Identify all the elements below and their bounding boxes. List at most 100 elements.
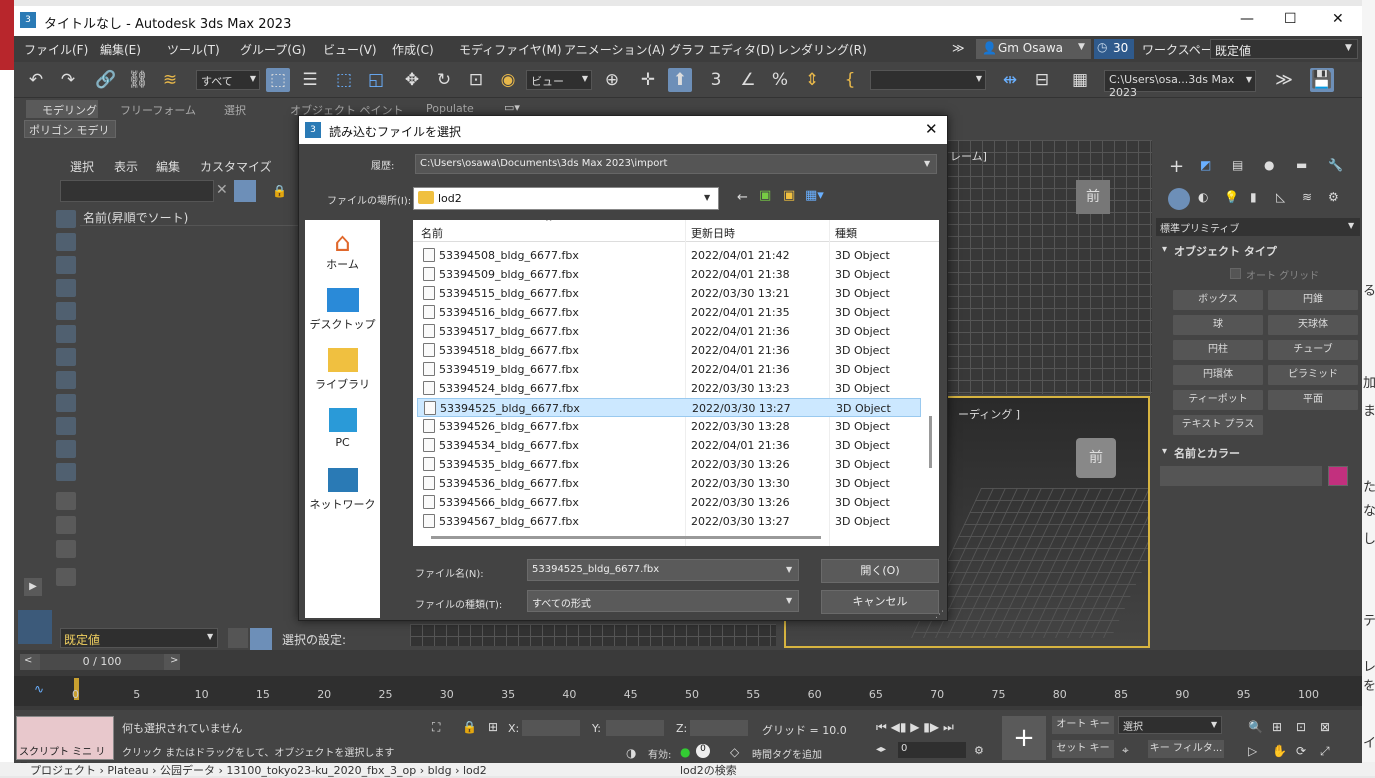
file-row[interactable]: 53394524_bldg_6677.fbx 2022/03/30 13:23 3D…: [417, 379, 921, 398]
cone-button[interactable]: 円錐: [1268, 290, 1358, 310]
menu-file[interactable]: ファイル(F): [24, 41, 88, 58]
maximize-button[interactable]: ☐: [1284, 11, 1297, 27]
collapse-arrow-icon[interactable]: ▾: [1162, 446, 1167, 457]
minimize-button[interactable]: —: [1240, 11, 1254, 27]
menu-create[interactable]: 作成(C): [392, 41, 434, 58]
project-path-dropdown[interactable]: C:\Users\osa...3ds Max 2023 ▼: [1104, 70, 1256, 99]
transform-mode-icon[interactable]: ⊞: [488, 720, 498, 734]
workspace-dropdown[interactable]: 既定値 ▼: [1210, 39, 1358, 59]
zoom-icon[interactable]: 🔍: [1248, 720, 1263, 734]
place-pc[interactable]: PC: [305, 408, 380, 449]
modify-tab-icon[interactable]: ◩: [1200, 158, 1211, 172]
dialog-close-button[interactable]: ✕: [925, 120, 938, 138]
scale-icon[interactable]: ⊡: [464, 68, 488, 92]
display-lights-icon[interactable]: [56, 256, 76, 274]
perspective-viewport-label[interactable]: ーディング ]: [958, 406, 1020, 422]
location-dropdown[interactable]: lod2 ▼: [413, 187, 719, 210]
playback-controls[interactable]: ⏮ ◀▮ ▶ ▮▶ ⏭: [876, 720, 954, 735]
bind-spacewarp-icon[interactable]: ≋: [158, 68, 182, 92]
file-row[interactable]: 53394534_bldg_6677.fbx 2022/04/01 21:36 3D…: [417, 436, 921, 455]
object-name-input[interactable]: [1160, 466, 1322, 486]
file-row[interactable]: 53394566_bldg_6677.fbx 2022/03/30 13:26 3D…: [417, 493, 921, 512]
teapot-button[interactable]: ティーポット: [1173, 390, 1263, 410]
time-slider[interactable]: < 0 / 100 >: [20, 654, 180, 670]
autogrid-checkbox[interactable]: [1230, 268, 1241, 279]
selection-lock-icon[interactable]: 🔒: [462, 720, 477, 734]
time-next-icon[interactable]: >: [170, 655, 178, 666]
cancel-button[interactable]: キャンセル: [821, 590, 939, 614]
place-home[interactable]: ⌂ ホーム: [305, 228, 380, 272]
name-color-rollout[interactable]: 名前とカラー: [1174, 445, 1240, 461]
display-hidden-icon[interactable]: [56, 463, 76, 481]
pan-icon[interactable]: ✋: [1272, 744, 1287, 758]
helpers-category-icon[interactable]: ◺: [1276, 190, 1285, 204]
hierarchy-tab-icon[interactable]: ▤: [1232, 158, 1243, 172]
file-row[interactable]: 53394509_bldg_6677.fbx 2022/04/01 21:38 3D…: [417, 265, 921, 284]
manipulate-icon[interactable]: ✛: [636, 68, 660, 92]
top-viewport-label[interactable]: レーム]: [950, 148, 987, 164]
track-bar[interactable]: ∿ 0 5 10 15 20 25 30 35 40 45 50 55 60 65 70 75 80 85 90 95…: [14, 676, 1362, 706]
menu-more-icon[interactable]: ≫: [952, 41, 965, 55]
layer-dropdown[interactable]: 既定値 ▼: [60, 628, 218, 648]
file-list-scrollbar[interactable]: [929, 416, 932, 468]
z-coordinate-input[interactable]: [690, 720, 748, 736]
file-row[interactable]: 53394516_bldg_6677.fbx 2022/04/01 21:35 3D…: [417, 303, 921, 322]
column-name[interactable]: 名前: [421, 225, 443, 241]
object-color-swatch[interactable]: [1328, 466, 1348, 486]
file-row[interactable]: 53394508_bldg_6677.fbx 2022/04/01 21:42 3D…: [417, 246, 921, 265]
menu-graph-editors[interactable]: グラフ エディタ(D): [669, 41, 775, 58]
spacewarps-category-icon[interactable]: ≋: [1302, 190, 1312, 204]
reference-coord-dropdown[interactable]: ビュー ▼: [526, 70, 592, 90]
menu-rendering[interactable]: レンダリング(R): [777, 41, 867, 58]
menu-tools[interactable]: ツール(T): [167, 41, 220, 58]
object-type-rollout[interactable]: オブジェクト タイプ: [1174, 243, 1277, 259]
display-groups-icon[interactable]: [56, 348, 76, 366]
filetype-dropdown[interactable]: すべての形式 ▼: [527, 590, 799, 612]
menu-animation[interactable]: アニメーション(A): [564, 41, 665, 58]
move-icon[interactable]: ✥: [400, 68, 424, 92]
y-coordinate-input[interactable]: [606, 720, 664, 736]
time-config-icon[interactable]: ⚙: [974, 744, 984, 757]
file-row[interactable]: 53394517_bldg_6677.fbx 2022/04/01 21:36 3D…: [417, 322, 921, 341]
percent-snap-icon[interactable]: %: [768, 68, 792, 92]
file-row[interactable]: 53394518_bldg_6677.fbx 2022/04/01 21:36 3D…: [417, 341, 921, 360]
menu-edit[interactable]: 編集(E): [100, 41, 141, 58]
display-bones-icon[interactable]: [56, 394, 76, 412]
auto-key-button[interactable]: オート キー: [1052, 716, 1114, 734]
file-row[interactable]: 53394519_bldg_6677.fbx 2022/04/01 21:36 3D…: [417, 360, 921, 379]
display-geometry-icon[interactable]: [56, 210, 76, 228]
add-time-tag[interactable]: 時間タグを追加: [752, 746, 822, 761]
collapse-arrow-icon[interactable]: ▾: [1162, 244, 1167, 255]
file-row[interactable]: 53394525_bldg_6677.fbx 2022/03/30 13:27 3D…: [417, 398, 921, 417]
box-button[interactable]: ボックス: [1173, 290, 1263, 310]
placement-icon[interactable]: ◉: [496, 68, 520, 92]
systems-category-icon[interactable]: ⚙: [1328, 190, 1339, 204]
sphere-button[interactable]: 球: [1173, 315, 1263, 335]
place-desktop[interactable]: デスクトップ: [305, 288, 380, 332]
display-tab-icon[interactable]: ▬: [1296, 158, 1307, 172]
enabled-dot-icon[interactable]: ●: [680, 745, 690, 759]
zoom-all-icon[interactable]: ⊞: [1272, 720, 1282, 734]
maximize-viewport-icon[interactable]: ⤢: [1320, 744, 1330, 759]
display-all-icon[interactable]: [56, 492, 76, 510]
key-filter-icon[interactable]: ⌖: [1122, 743, 1129, 758]
motion-tab-icon[interactable]: ●: [1264, 158, 1274, 172]
mirror-icon[interactable]: ⇹: [998, 68, 1022, 92]
viewcube-icon[interactable]: 前: [1076, 438, 1116, 478]
display-shapes-icon[interactable]: [56, 233, 76, 251]
back-icon[interactable]: ←: [737, 190, 748, 205]
tube-button[interactable]: チューブ: [1268, 340, 1358, 360]
file-row[interactable]: 53394567_bldg_6677.fbx 2022/03/30 13:27 3D…: [417, 512, 921, 531]
scene-menu-customize[interactable]: カスタマイズ: [200, 158, 272, 175]
rotate-icon[interactable]: ↻: [432, 68, 456, 92]
display-none-icon[interactable]: [56, 516, 76, 534]
time-counter[interactable]: 0 / 100: [40, 654, 164, 670]
fov-icon[interactable]: ▷: [1248, 744, 1257, 758]
maxscript-listener[interactable]: スクリプト ミニ リス: [16, 716, 114, 763]
filter-icon[interactable]: [234, 180, 256, 202]
display-frozen-icon[interactable]: [56, 440, 76, 458]
user-account-dropdown[interactable]: 👤 Gm Osawa ▼: [976, 39, 1091, 59]
selection-filter-dropdown[interactable]: すべて ▼: [196, 70, 260, 90]
utilities-tab-icon[interactable]: 🔧: [1328, 158, 1343, 172]
adaptive-degradation-icon[interactable]: ◑: [626, 746, 636, 760]
